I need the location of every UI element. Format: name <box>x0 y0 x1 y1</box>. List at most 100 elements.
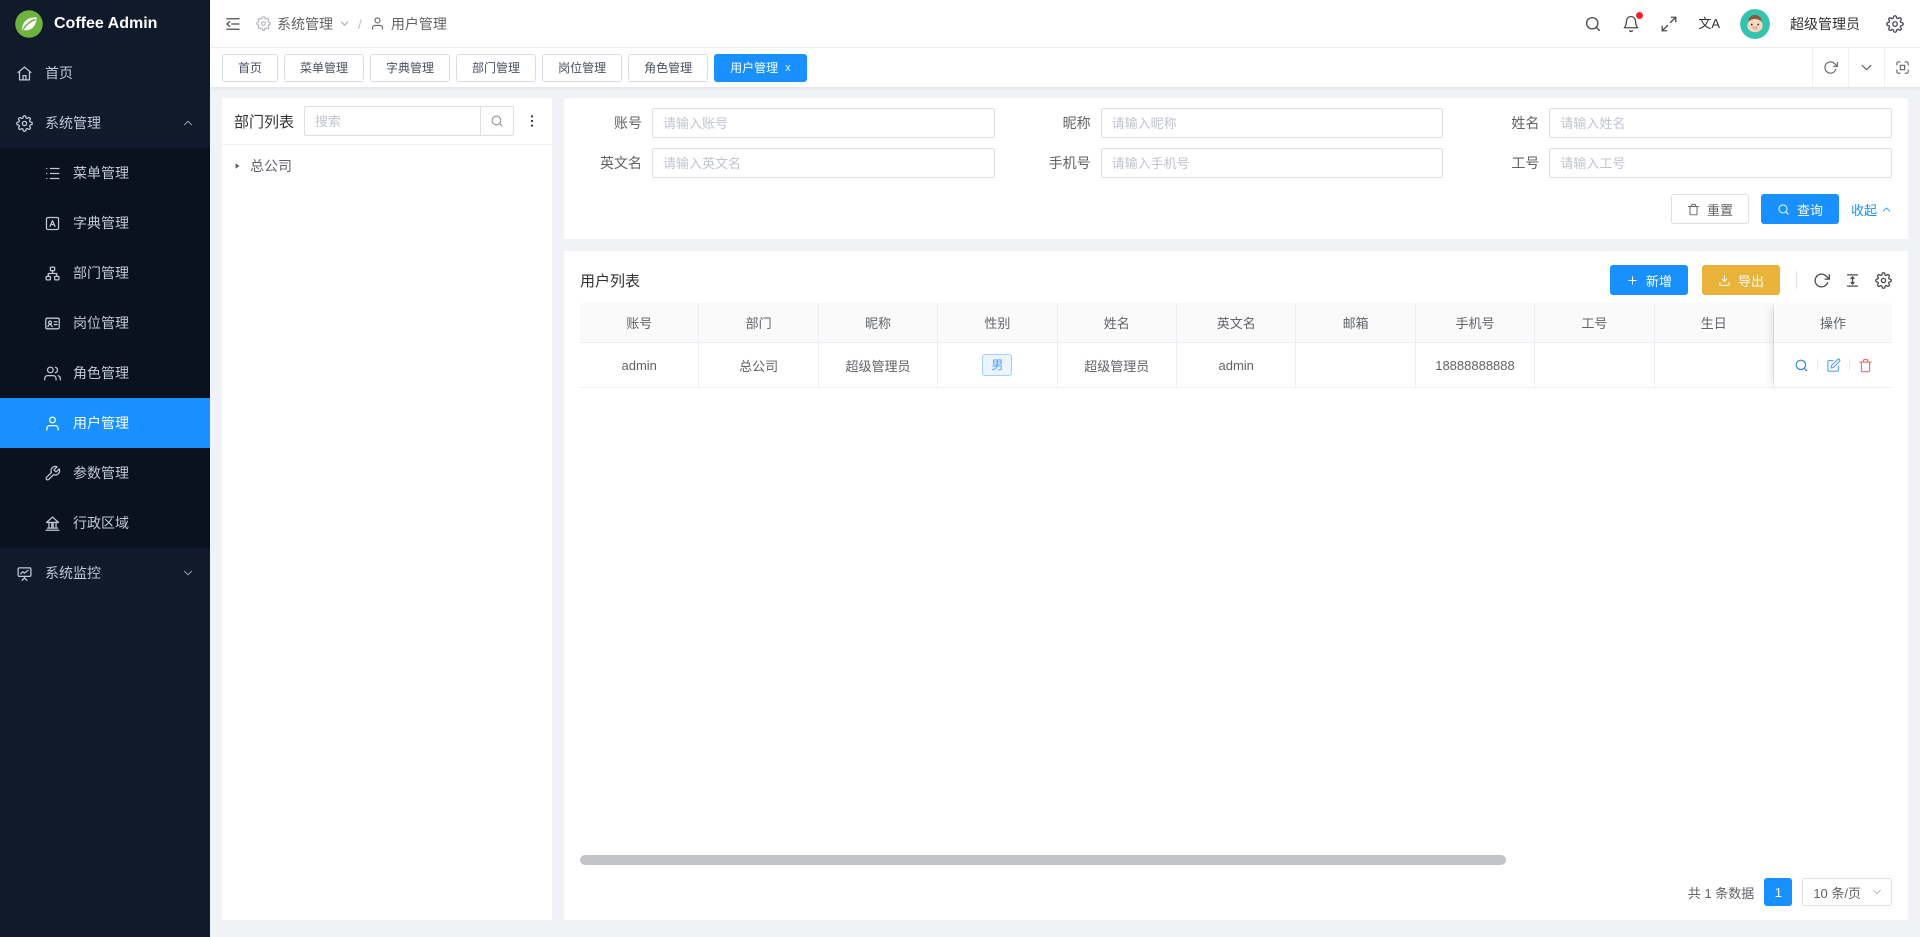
notifications-button[interactable] <box>1622 15 1640 33</box>
job-no-input[interactable] <box>1549 148 1892 178</box>
user-list-tools: 新增 导出 <box>1610 265 1892 295</box>
view-row-icon[interactable] <box>1794 358 1809 373</box>
tab-dict-management[interactable]: 字典管理 <box>370 54 450 82</box>
chevron-down-icon <box>182 567 194 579</box>
account-input[interactable] <box>652 108 995 138</box>
add-user-button[interactable]: 新增 <box>1610 265 1688 295</box>
nickname-input[interactable] <box>1101 108 1444 138</box>
pagination: 共 1 条数据 1 10 条/页 <box>580 865 1892 912</box>
page-1-button[interactable]: 1 <box>1764 878 1792 906</box>
tab-post-management[interactable]: 岗位管理 <box>542 54 622 82</box>
maximize-view-button[interactable] <box>1884 48 1920 87</box>
export-button[interactable]: 导出 <box>1702 265 1780 295</box>
delete-row-icon[interactable] <box>1858 358 1873 373</box>
tree-node-label: 总公司 <box>250 156 292 176</box>
username-label[interactable]: 超级管理员 <box>1790 14 1860 34</box>
sidebar-item-admin-region[interactable]: 行政区域 <box>0 498 210 548</box>
department-search-input[interactable] <box>304 106 480 136</box>
user-list-header: 用户列表 新增 导出 <box>580 257 1892 303</box>
sidebar-menu: 首页 系统管理 菜单管理 字典管理 部门管理 <box>0 48 210 598</box>
tab-home[interactable]: 首页 <box>222 54 278 82</box>
reset-button[interactable]: 重置 <box>1671 194 1749 224</box>
sidebar-item-menu-management[interactable]: 菜单管理 <box>0 148 210 198</box>
field-name: 姓名 <box>1477 108 1892 138</box>
user-table: 账号 部门 昵称 性别 姓名 英文名 邮箱 手机号 工号 生日 admin <box>580 303 1892 388</box>
leaf-logo-icon <box>14 9 44 39</box>
more-actions-icon[interactable] <box>524 113 540 129</box>
tab-role-management[interactable]: 角色管理 <box>628 54 708 82</box>
edit-row-icon[interactable] <box>1826 358 1841 373</box>
app-title: Coffee Admin <box>54 15 157 33</box>
caret-right-icon[interactable] <box>232 161 242 171</box>
table-settings-gear-icon[interactable] <box>1875 272 1892 289</box>
chevron-up-icon <box>182 117 194 129</box>
en-name-input[interactable] <box>652 148 995 178</box>
gender-tag: 男 <box>982 354 1012 377</box>
filter-actions: 重置 查询 收起 <box>580 194 1892 224</box>
sidebar-collapse-icon[interactable] <box>224 15 242 33</box>
cell-job-no <box>1535 343 1654 388</box>
filter-grid: 账号 昵称 姓名 英文名 <box>580 108 1892 178</box>
sidebar-item-dept-management[interactable]: 部门管理 <box>0 248 210 298</box>
refresh-tab-button[interactable] <box>1812 48 1848 87</box>
page-size-select[interactable]: 10 条/页 <box>1802 878 1892 906</box>
th-name: 姓名 <box>1058 303 1177 343</box>
translate-icon[interactable]: 文A <box>1698 17 1720 30</box>
sidebar-item-home[interactable]: 首页 <box>0 48 210 98</box>
horizontal-scrollbar-thumb[interactable] <box>580 855 1506 865</box>
breadcrumb-group[interactable]: 系统管理 <box>277 14 333 34</box>
refresh-table-icon[interactable] <box>1813 272 1830 289</box>
system-submenu: 菜单管理 字典管理 部门管理 岗位管理 角色管理 <box>0 148 210 548</box>
field-nickname: 昵称 <box>1029 108 1444 138</box>
phone-input[interactable] <box>1101 148 1444 178</box>
th-email: 邮箱 <box>1296 303 1415 343</box>
th-account: 账号 <box>580 303 699 343</box>
search-icon[interactable] <box>1584 15 1602 33</box>
query-button[interactable]: 查询 <box>1761 194 1839 224</box>
tab-menu-dropdown-button[interactable] <box>1848 48 1884 87</box>
row-height-icon[interactable] <box>1844 272 1861 289</box>
cell-nickname: 超级管理员 <box>819 343 938 388</box>
eraser-icon <box>1687 203 1700 216</box>
tree-node-root[interactable]: 总公司 <box>222 145 552 187</box>
tab-dept-management[interactable]: 部门管理 <box>456 54 536 82</box>
sidebar-item-role-management[interactable]: 角色管理 <box>0 348 210 398</box>
users-icon <box>44 365 61 382</box>
th-phone: 手机号 <box>1416 303 1535 343</box>
tab-menu-management[interactable]: 菜单管理 <box>284 54 364 82</box>
app-logo[interactable]: Coffee Admin <box>0 0 210 48</box>
sidebar-item-param-management[interactable]: 参数管理 <box>0 448 210 498</box>
chevron-down-icon[interactable] <box>339 18 350 29</box>
sidebar-item-dict-management[interactable]: 字典管理 <box>0 198 210 248</box>
th-gender: 性别 <box>938 303 1057 343</box>
sidebar-group-monitor[interactable]: 系统监控 <box>0 548 210 598</box>
avatar[interactable] <box>1740 9 1770 39</box>
collapse-filter-link[interactable]: 收起 <box>1851 200 1892 219</box>
cell-phone: 18888888888 <box>1416 343 1535 388</box>
name-input[interactable] <box>1549 108 1892 138</box>
filter-panel: 账号 昵称 姓名 英文名 <box>564 98 1908 239</box>
theme-settings-gear-icon[interactable] <box>1886 15 1904 33</box>
tab-user-management[interactable]: 用户管理 x <box>714 54 807 82</box>
op-divider <box>1817 359 1818 371</box>
content: 部门列表 总公司 <box>210 88 1920 937</box>
tabbar: 首页 菜单管理 字典管理 部门管理 岗位管理 角色管理 用户管理 x <box>210 48 1920 88</box>
sidebar-group-system[interactable]: 系统管理 <box>0 98 210 148</box>
maximize-icon <box>1895 60 1910 75</box>
cell-account: admin <box>580 343 699 388</box>
table-empty-area <box>580 388 1892 855</box>
department-search-button[interactable] <box>480 106 514 136</box>
close-icon[interactable]: x <box>785 62 791 74</box>
breadcrumb-page: 用户管理 <box>391 14 447 34</box>
search-icon <box>490 114 504 128</box>
breadcrumb: 系统管理 / 用户管理 <box>256 14 447 34</box>
fullscreen-icon[interactable] <box>1660 15 1678 33</box>
th-en-name: 英文名 <box>1177 303 1296 343</box>
th-birthday: 生日 <box>1655 303 1774 343</box>
gear-icon <box>16 115 33 132</box>
sidebar-item-post-management[interactable]: 岗位管理 <box>0 298 210 348</box>
user-table-scroll-area: 账号 部门 昵称 性别 姓名 英文名 邮箱 手机号 工号 生日 admin <box>580 303 1774 388</box>
total-count-label: 共 1 条数据 <box>1688 883 1754 902</box>
sidebar-item-user-management[interactable]: 用户管理 <box>0 398 210 448</box>
download-icon <box>1718 274 1731 287</box>
